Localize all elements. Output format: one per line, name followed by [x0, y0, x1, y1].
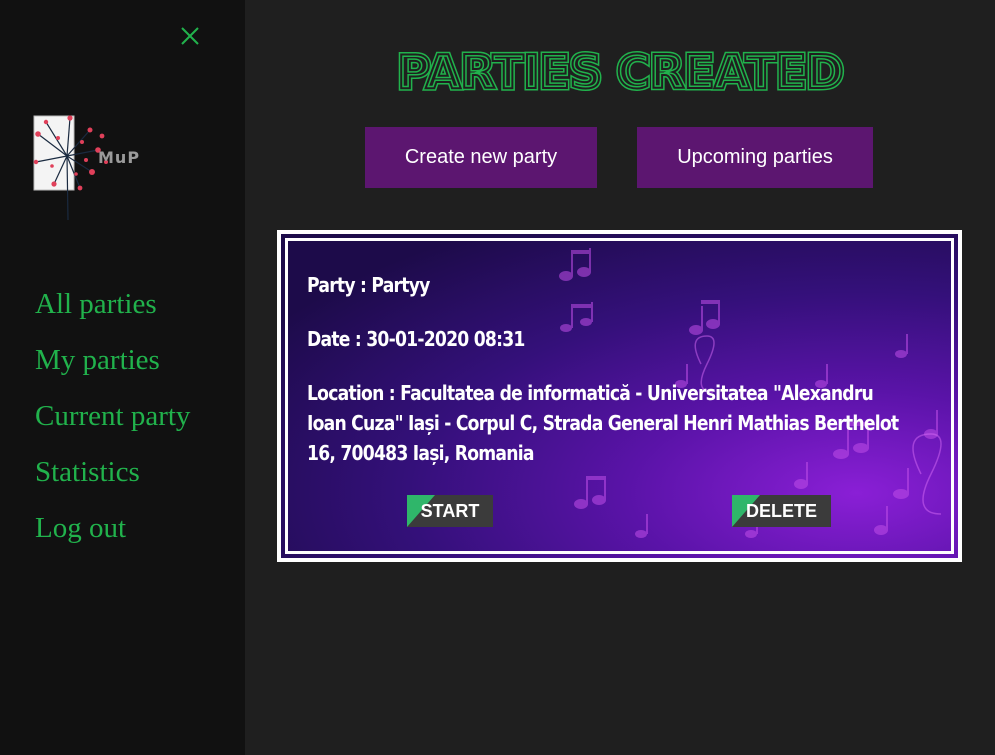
sidebar-nav: All parties My parties Current party Sta… [35, 276, 190, 556]
delete-label: DELETE [745, 500, 817, 521]
sidebar-item-log-out[interactable]: Log out [35, 500, 190, 556]
sidebar-item-all-parties[interactable]: All parties [35, 276, 190, 332]
start-label: START [420, 500, 480, 521]
delete-party-button[interactable]: DELETE [732, 495, 831, 527]
party-card-body: Party : Partyy Date : 30-01-2020 08:31 L… [281, 234, 958, 558]
party-date: Date : 30-01-2020 08:31 [307, 327, 525, 351]
party-name: Party : Partyy [307, 273, 430, 297]
page-title: Parties created Parties created [245, 43, 995, 99]
sidebar-item-statistics[interactable]: Statistics [35, 444, 190, 500]
sidebar-item-my-parties[interactable]: My parties [35, 332, 190, 388]
party-location: Location : Facultatea de informatică - U… [307, 381, 899, 465]
start-party-button[interactable]: START [407, 495, 493, 527]
party-card: Party : Partyy Date : 30-01-2020 08:31 L… [277, 230, 962, 562]
sidebar-item-current-party[interactable]: Current party [35, 388, 190, 444]
upcoming-parties-button[interactable]: Upcoming parties [637, 127, 873, 188]
party-details: Party : Partyy Date : 30-01-2020 08:31 L… [307, 270, 926, 492]
logo-text: MuP [98, 148, 140, 167]
page-title-inner: Parties created [397, 45, 843, 99]
create-party-button[interactable]: Create new party [365, 127, 597, 188]
close-icon[interactable] [178, 24, 202, 48]
sidebar: MuP All parties My parties Current party… [0, 0, 245, 755]
app-logo[interactable]: MuP [32, 114, 152, 222]
